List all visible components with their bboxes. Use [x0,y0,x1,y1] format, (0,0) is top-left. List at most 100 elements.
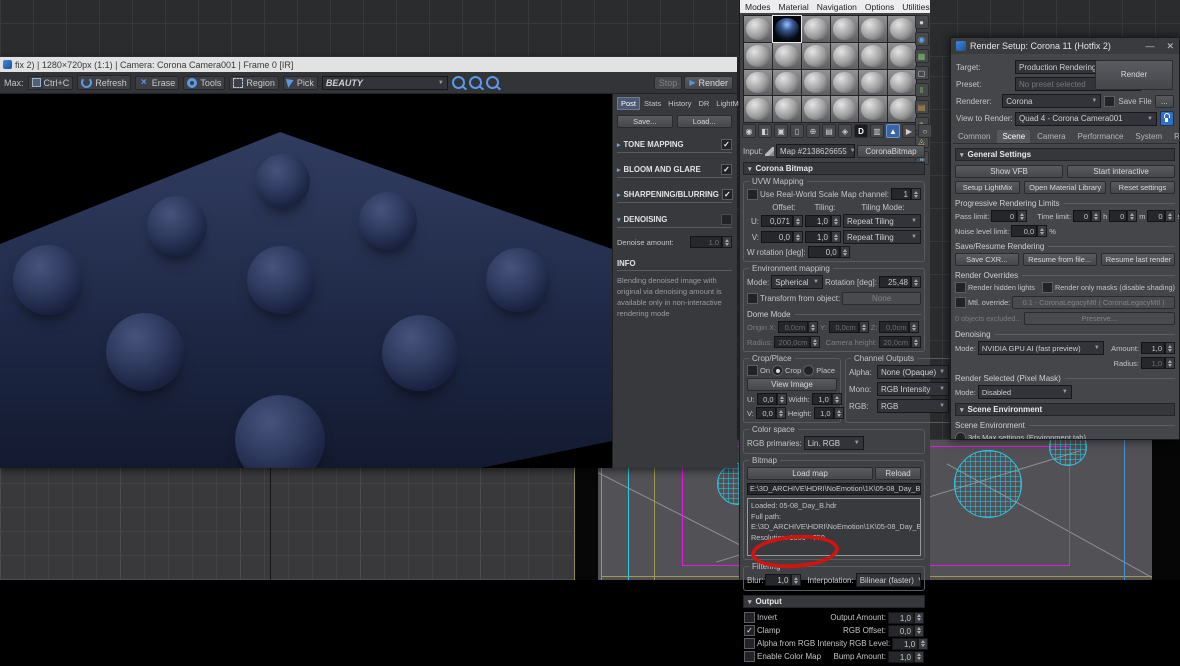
transform-object-none-button[interactable]: None [842,292,921,305]
make-unique-icon[interactable]: ⊕ [806,124,820,138]
show-map-in-viewport-icon[interactable]: D [854,124,868,138]
noise-level-spinner[interactable] [1037,225,1047,237]
radius-spinner[interactable] [810,336,820,348]
bump-amount-spinner[interactable] [914,651,924,663]
objects-excluded-link[interactable]: 0 objects excluded... [955,314,1022,323]
material-sample[interactable] [802,70,830,96]
denoise-radius-spinner[interactable] [1165,357,1175,369]
save-cxr-button[interactable]: Save CXR... [955,253,1019,266]
material-sample[interactable] [831,96,859,122]
zoom-fit-icon[interactable] [486,76,499,89]
material-sample[interactable] [888,70,916,96]
section-tone-mapping[interactable]: ▸ TONE MAPPING✓ [617,136,732,153]
refresh-button[interactable]: Refresh [77,75,131,90]
load-button[interactable]: Load... [677,115,733,128]
material-sample[interactable] [744,96,772,122]
section-denoising[interactable]: ▾ DENOISING [617,211,732,228]
output-amount-spinner[interactable] [914,612,924,624]
reload-button[interactable]: Reload [875,467,921,480]
crop-u-field[interactable]: 0,0 [757,393,777,405]
get-material-icon[interactable]: ◉ [742,124,756,138]
output-amount-field[interactable]: 1,0 [888,612,914,624]
material-sample[interactable] [802,96,830,122]
w-rotation-spinner[interactable] [840,246,850,258]
real-world-scale-checkbox[interactable] [747,189,758,200]
backlight-icon[interactable]: ◉ [915,32,929,46]
u-offset-spinner[interactable] [793,215,803,227]
menu-utilities[interactable]: Utilities [902,2,929,12]
interpolation-dropdown[interactable]: Bilinear (faster)▼ [856,573,921,587]
crop-on-checkbox[interactable] [747,365,758,376]
bloom-glare-checkbox[interactable]: ✓ [721,164,732,175]
material-sample[interactable] [831,70,859,96]
crop-width-spinner[interactable] [832,393,842,405]
time-m-spinner[interactable] [1127,210,1137,222]
env-mode-dropdown[interactable]: Spherical▼ [771,275,823,289]
zoom-in-icon[interactable] [452,76,465,89]
go-forward-sibling-icon[interactable]: ▶ [902,124,916,138]
material-sample[interactable] [802,43,830,69]
alpha-dropdown[interactable]: None (Opaque)▼ [877,365,949,379]
mono-dropdown[interactable]: RGB Intensity▼ [877,382,949,396]
render-hidden-lights-checkbox[interactable] [955,282,966,293]
pick-material-icon[interactable]: ○ [918,124,932,138]
rgb-dropdown[interactable]: RGB▼ [877,399,949,413]
vfb-title-bar[interactable]: fix 2) | 1280×720px (1:1) | Camera: Coro… [0,57,737,72]
bump-amount-field[interactable]: 1,0 [888,651,914,663]
radius-field[interactable]: 200,0cm [774,336,810,348]
material-sample[interactable] [802,16,830,42]
map-channel-field[interactable]: 1 [891,188,911,200]
denoise-amount-field-rs[interactable]: 1,0 [1141,342,1165,354]
erase-button[interactable]: ×Erase [135,76,180,90]
menu-options[interactable]: Options [865,2,894,12]
material-sample[interactable] [859,43,887,69]
tab-stats[interactable]: Stats [641,98,664,109]
u-offset-field[interactable]: 0,071 [761,215,793,227]
material-sample[interactable] [859,96,887,122]
tab-common[interactable]: Common [953,130,995,143]
wireframe-sphere[interactable] [954,450,1022,518]
rollout-scene-environment[interactable]: Scene Environment [955,403,1175,416]
origin-x-field[interactable]: 0,0cm [778,321,808,333]
mtl-override-button[interactable]: 0.1 - CoronaLegacyMtl ( CoronaLegacyMtl … [1012,296,1175,309]
minimize-button[interactable]: — [1145,41,1154,51]
rollout-output[interactable]: Output [743,595,925,608]
camera-height-field[interactable]: 20,0cm [879,336,911,348]
time-s-field[interactable]: 0 [1147,210,1165,222]
crop-height-spinner[interactable] [834,407,844,419]
origin-z-spinner[interactable] [909,321,919,333]
origin-y-field[interactable]: 0,0cm [829,321,859,333]
enable-color-map-checkbox[interactable] [744,651,755,662]
channel-select[interactable]: BEAUTY▼ [322,76,448,90]
denoise-amount-field[interactable]: 1.0 [690,236,722,248]
tab-camera[interactable]: Camera [1032,130,1070,143]
env-rotation-spinner[interactable] [911,276,921,288]
section-bloom-glare[interactable]: ▸ BLOOM AND GLARE✓ [617,161,732,178]
render-big-button[interactable]: Render [1095,60,1173,90]
viewport-bottom-left[interactable] [0,468,574,580]
show-end-result-icon[interactable]: ▥ [870,124,884,138]
lock-icon[interactable] [1160,111,1174,126]
rollout-general-settings[interactable]: General Settings [955,148,1175,161]
tab-post[interactable]: Post [617,97,640,110]
noise-level-field[interactable]: 0,0 [1011,225,1037,237]
denoising-checkbox[interactable] [721,214,732,225]
map-type-button[interactable]: CoronaBitmap [857,145,925,158]
u-tiling-field[interactable]: 1,0 [805,215,831,227]
bitmap-path-field[interactable]: E:\3D_ARCHIVE\HDRI\NoEmotion\1K\05-08_Da… [747,483,921,495]
save-file-checkbox[interactable] [1104,96,1115,107]
save-button[interactable]: Save... [617,115,673,128]
w-rotation-field[interactable]: 0,0 [808,246,840,258]
crop-u-spinner[interactable] [777,393,787,405]
material-sample[interactable] [888,96,916,122]
transform-from-object-checkbox[interactable] [747,293,758,304]
u-tiling-spinner[interactable] [831,215,841,227]
origin-z-field[interactable]: 0,0cm [879,321,909,333]
material-id-channel-icon[interactable]: ◈ [838,124,852,138]
material-sample[interactable] [744,16,772,42]
assign-to-selection-icon[interactable]: ▣ [774,124,788,138]
time-h-field[interactable]: 0 [1073,210,1091,222]
origin-x-spinner[interactable] [808,321,818,333]
zoom-out-icon[interactable] [469,76,482,89]
material-sample[interactable] [888,43,916,69]
